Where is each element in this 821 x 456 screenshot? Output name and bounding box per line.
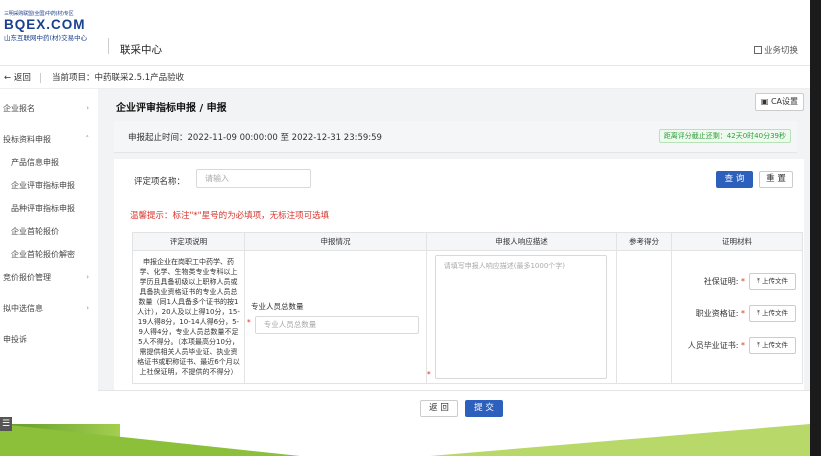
logo-top-text: 三明采购联盟(全国)中药(材)专区: [4, 11, 74, 17]
sidebar-item-variety-review[interactable]: 品种评审指标申报: [0, 197, 98, 220]
sidebar-item-label: 投标资料申报: [3, 135, 51, 144]
sidebar-item-label: 产品信息申报: [11, 158, 59, 167]
sidebar-item-enterprise-review[interactable]: 企业评审指标申报: [0, 174, 98, 197]
proof-cell: 社保证明: * ⤒ 上传文件 职业资格证: * ⤒ 上传文件 人员毕业证书: * ⤒ …: [671, 250, 803, 384]
sidebar-item-label: 竞价报价管理: [3, 273, 51, 282]
slide-decoration: [0, 424, 810, 456]
main-content: 企业评审指标申报 / 申报 ▣ CA设置 申报起止时间：2022-11-09 0…: [98, 89, 810, 427]
sidebar-item-selected-info[interactable]: 拟中选信息 ›: [0, 297, 98, 320]
back-link[interactable]: ← 返回: [4, 67, 31, 89]
declare-cell: 专业人员总数量 * 专业人员总数量: [244, 250, 427, 384]
proof-label: 职业资格证:: [695, 309, 739, 318]
ca-settings-button[interactable]: ▣ CA设置: [754, 93, 804, 111]
sidebar-item-first-quote[interactable]: 企业首轮报价: [0, 220, 98, 243]
declare-time-range: 申报起止时间：2022-11-09 00:00:00 至 2022-12-31 …: [128, 133, 382, 143]
sidebar-item-complaints[interactable]: 申投诉: [0, 328, 98, 351]
upload-diploma-button[interactable]: ⤒ 上传文件: [749, 337, 796, 354]
back-button[interactable]: 返 回: [420, 400, 458, 417]
chevron-right-icon: ›: [86, 273, 89, 281]
system-title: 联采中心: [120, 44, 162, 56]
proof-label: 社保证明:: [703, 277, 739, 286]
back-label: 返回: [13, 73, 31, 83]
response-cell: * 请填写申报人响应描述(最多1000个字): [426, 250, 617, 384]
table-header: 申报情况: [244, 232, 427, 251]
form-panel: 评定项名称： 请输入 查 询 重 置 温馨提示：标注"*"星号的为必填项，无标注…: [114, 159, 804, 427]
chevron-right-icon: ›: [86, 304, 89, 312]
deadline-badge: 距离评分截止还剩：42天0时40分39秒: [658, 129, 791, 143]
sidebar-item-bidding[interactable]: 竞价报价管理 ›: [0, 266, 98, 289]
chevron-up-icon: ˄: [85, 135, 90, 143]
sidebar-item-label: 品种评审指标申报: [11, 204, 75, 213]
table-row: 申报企业在岗职工中药学、药学、化学、生物类专业专科以上学历且具备初级以上职称人员…: [132, 250, 803, 384]
warning-tip: 温馨提示：标注"*"星号的为必填项，无标注项可选填: [130, 211, 330, 221]
sidebar-item-first-quote-decrypt[interactable]: 企业首轮报价解密: [0, 243, 98, 266]
proof-row: 职业资格证: * ⤒ 上传文件: [672, 305, 802, 329]
ca-settings-label: CA设置: [770, 97, 798, 106]
sidebar-item-label: 拟中选信息: [3, 304, 43, 313]
topbar-divider: [40, 73, 41, 83]
sidebar-item-label: 企业首轮报价: [11, 227, 59, 236]
sidebar-item-label: 企业首轮报价解密: [11, 250, 75, 259]
sidebar-item-label: 企业报名: [3, 104, 35, 113]
project-bar: ← 返回 当前项目：中药联采2.5.1产品验收: [0, 67, 810, 89]
sidebar-item-label: 申投诉: [3, 335, 27, 344]
staff-count-input[interactable]: 专业人员总数量: [254, 315, 419, 334]
sidebar: 企业报名 › 投标资料申报 ˄ 产品信息申报 企业评审指标申报 品种评审指标申报 企…: [0, 89, 98, 456]
chevron-right-icon: ›: [86, 104, 89, 112]
proof-label: 人员毕业证书:: [687, 341, 739, 350]
review-table: 评定项说明 申报情况 申报人响应描述 参考得分 证明材料 申报企业在岗职工中药学…: [132, 232, 803, 384]
business-switch-label: 业务切换: [763, 46, 798, 56]
table-header: 参考得分: [616, 232, 672, 251]
sidebar-item-bid-materials[interactable]: 投标资料申报 ˄: [0, 128, 98, 151]
logo: 三明采购联盟(全国)中药(材)专区 BQEX.COM 山东互联网中药(材)交易中…: [4, 10, 104, 42]
query-button[interactable]: 查 询: [716, 171, 753, 188]
upload-qualification-button[interactable]: ⤒ 上传文件: [749, 305, 796, 322]
score-cell: [616, 250, 672, 384]
header: 三明采购联盟(全国)中药(材)专区 BQEX.COM 山东互联网中药(材)交易中…: [0, 0, 810, 66]
proof-row: 人员毕业证书: * ⤒ 上传文件: [672, 337, 802, 361]
proof-row: 社保证明: * ⤒ 上传文件: [672, 273, 802, 297]
app-window: 三明采购联盟(全国)中药(材)专区 BQEX.COM 山东互联网中药(材)交易中…: [0, 0, 821, 456]
logo-brand: BQEX.COM: [4, 17, 86, 32]
field-label: 专业人员总数量: [251, 301, 304, 311]
time-panel: 申报起止时间：2022-11-09 00:00:00 至 2022-12-31 …: [114, 121, 797, 153]
menu-icon[interactable]: ☰: [0, 417, 12, 431]
logo-sub-text: 山东互联网中药(材)交易中心: [4, 34, 88, 42]
table-header: 评定项说明: [132, 232, 245, 251]
submit-button[interactable]: 提 交: [465, 400, 503, 417]
business-switch-button[interactable]: 业务切换: [753, 44, 798, 56]
sidebar-item-product-info[interactable]: 产品信息申报: [0, 151, 98, 174]
response-textarea[interactable]: 请填写申报人响应描述(最多1000个字): [434, 255, 607, 379]
page-breadcrumb: 企业评审指标申报 / 申报: [116, 103, 227, 114]
criteria-description: 申报企业在岗职工中药学、药学、化学、生物类专业专科以上学历且具备初级以上职称人员…: [132, 250, 245, 384]
right-edge-strip: [810, 0, 821, 456]
reset-button[interactable]: 重 置: [759, 171, 793, 188]
header-divider: [108, 38, 109, 54]
sidebar-item-label: 企业评审指标申报: [11, 181, 75, 190]
ca-icon: ▣: [760, 97, 771, 106]
table-header: 申报人响应描述: [426, 232, 617, 251]
form-footer: 返 回 提 交: [98, 390, 810, 424]
search-input[interactable]: 请输入: [196, 169, 311, 188]
upload-social-security-button[interactable]: ⤒ 上传文件: [749, 273, 796, 290]
current-project: 当前项目：中药联采2.5.1产品验收: [52, 73, 185, 83]
search-label: 评定项名称：: [134, 177, 186, 187]
grid-icon: [753, 46, 762, 54]
sidebar-item-enterprise-signup[interactable]: 企业报名 ›: [0, 97, 98, 120]
table-header: 证明材料: [671, 232, 803, 251]
